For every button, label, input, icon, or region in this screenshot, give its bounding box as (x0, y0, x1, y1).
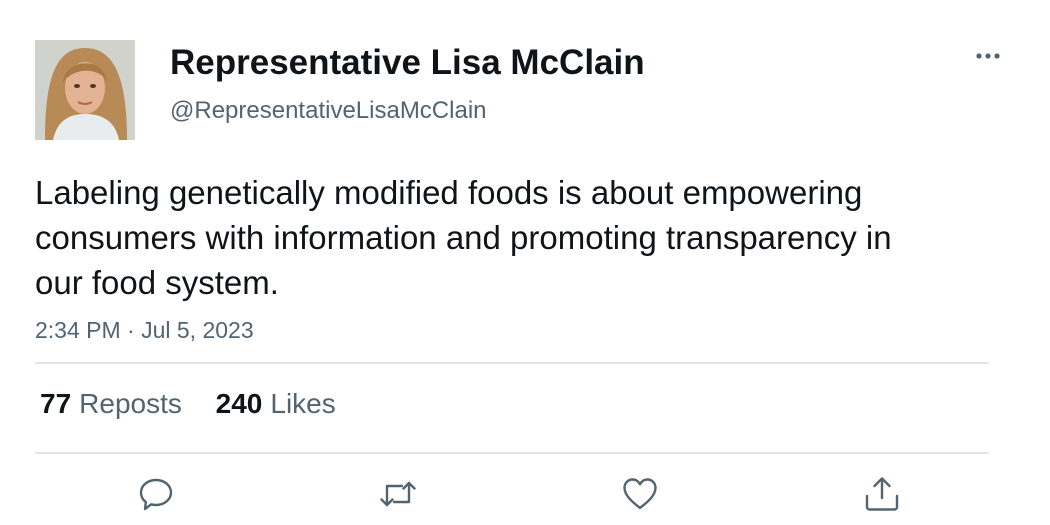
divider (35, 362, 989, 364)
likes-label: Likes (270, 388, 336, 419)
repost-icon (380, 481, 416, 507)
repost-button[interactable] (378, 474, 418, 514)
avatar-image (35, 40, 135, 140)
reposts-count: 77 (40, 388, 72, 419)
share-button[interactable] (862, 474, 902, 514)
avatar[interactable] (35, 40, 135, 140)
reply-button[interactable] (136, 474, 176, 514)
author-display-name[interactable]: Representative Lisa McClain (170, 42, 645, 84)
share-icon (865, 477, 899, 511)
heart-icon (623, 478, 657, 510)
tweet-text: Labeling genetically modified foods is a… (35, 174, 892, 301)
likes-stat[interactable]: 240 Likes (216, 386, 336, 422)
more-dots-icon (976, 53, 1000, 59)
more-options-button[interactable] (968, 40, 1008, 72)
tweet-stats: 77 Reposts 240 Likes (40, 386, 362, 422)
like-button[interactable] (620, 474, 660, 514)
reposts-stat[interactable]: 77 Reposts (40, 386, 182, 422)
reply-icon (139, 478, 173, 511)
author-handle[interactable]: @RepresentativeLisaMcClain (170, 96, 487, 126)
reposts-label: Reposts (79, 388, 182, 419)
tweet-timestamp[interactable]: 2:34 PM · Jul 5, 2023 (35, 315, 254, 345)
likes-count: 240 (215, 388, 263, 419)
divider (35, 452, 989, 454)
